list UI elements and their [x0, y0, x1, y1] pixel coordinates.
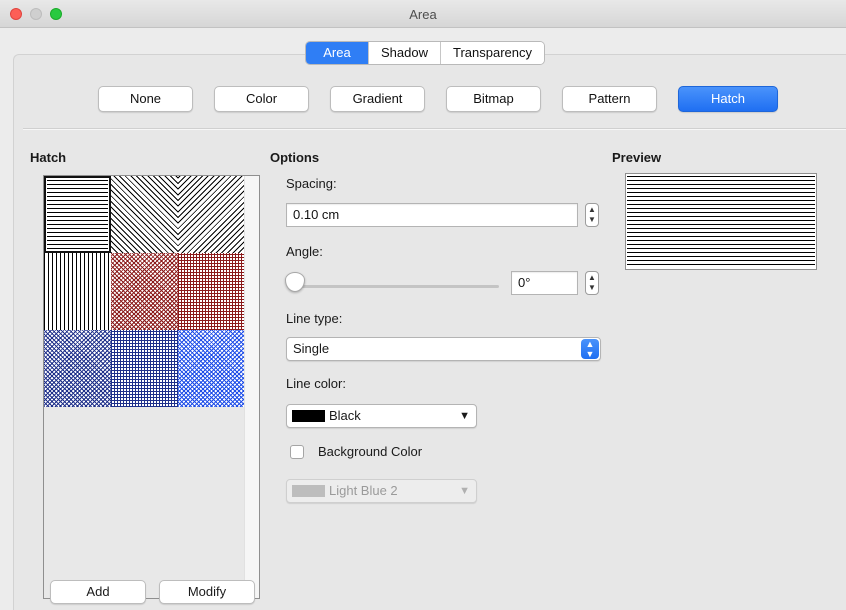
line-color-swatch: [292, 410, 325, 422]
fill-hatch-button[interactable]: Hatch: [678, 86, 778, 112]
angle-stepper[interactable]: ▲ ▼: [585, 271, 599, 295]
separator: [23, 128, 846, 129]
fill-gradient-button[interactable]: Gradient: [330, 86, 425, 112]
dropdown-arrow-icon: ▼: [459, 485, 470, 497]
line-type-value: Single: [293, 341, 330, 356]
tab-area[interactable]: Area: [306, 42, 368, 64]
hatch-swatch[interactable]: [44, 330, 111, 407]
angle-label: Angle:: [286, 244, 323, 259]
title-bar: Area: [0, 0, 846, 28]
hatch-preview: [625, 173, 817, 270]
hatch-swatch[interactable]: [111, 253, 178, 330]
hatch-swatch[interactable]: [111, 330, 178, 407]
hatch-swatch[interactable]: [44, 176, 111, 253]
hatch-swatch[interactable]: [178, 330, 245, 407]
hatch-list-scrollbar[interactable]: [244, 176, 259, 598]
line-type-label: Line type:: [286, 311, 343, 326]
options-section-title: Options: [270, 150, 320, 165]
preview-section-title: Preview: [612, 150, 662, 165]
spacing-stepper[interactable]: ▲ ▼: [585, 203, 599, 227]
tab-shadow[interactable]: Shadow: [368, 42, 440, 64]
fill-bitmap-button[interactable]: Bitmap: [446, 86, 541, 112]
background-color-value: Light Blue 2: [329, 483, 398, 498]
line-color-dropdown[interactable]: Black ▼: [286, 404, 477, 428]
window-title: Area: [409, 7, 437, 22]
line-color-value: Black: [329, 408, 361, 423]
fill-color-button[interactable]: Color: [214, 86, 309, 112]
hatch-swatch[interactable]: [111, 176, 178, 253]
tab-bar: Area Shadow Transparency: [305, 41, 545, 65]
hatch-swatch[interactable]: [178, 176, 245, 253]
angle-field[interactable]: 0°: [511, 271, 578, 295]
select-chevron-icon: ▲ ▼: [581, 339, 599, 359]
add-button[interactable]: Add: [50, 580, 146, 604]
hatch-list: [43, 175, 260, 599]
modify-button[interactable]: Modify: [159, 580, 255, 604]
fill-none-button[interactable]: None: [98, 86, 193, 112]
hatch-swatch[interactable]: [178, 253, 245, 330]
hatch-swatch[interactable]: [44, 253, 111, 330]
spacing-field[interactable]: 0.10 cm: [286, 203, 578, 227]
dropdown-arrow-icon: ▼: [459, 410, 470, 422]
background-color-dropdown[interactable]: Light Blue 2 ▼: [286, 479, 477, 503]
line-type-select[interactable]: Single ▲ ▼: [286, 337, 601, 361]
fill-pattern-button[interactable]: Pattern: [562, 86, 657, 112]
tab-transparency[interactable]: Transparency: [439, 42, 544, 64]
hatch-section-title: Hatch: [30, 150, 67, 165]
line-color-label: Line color:: [286, 376, 346, 391]
background-color-checkbox[interactable]: [290, 445, 304, 459]
spacing-label: Spacing:: [286, 176, 337, 191]
background-color-swatch: [292, 485, 325, 497]
angle-slider-track[interactable]: [290, 285, 499, 288]
background-color-label: Background Color: [318, 444, 423, 459]
